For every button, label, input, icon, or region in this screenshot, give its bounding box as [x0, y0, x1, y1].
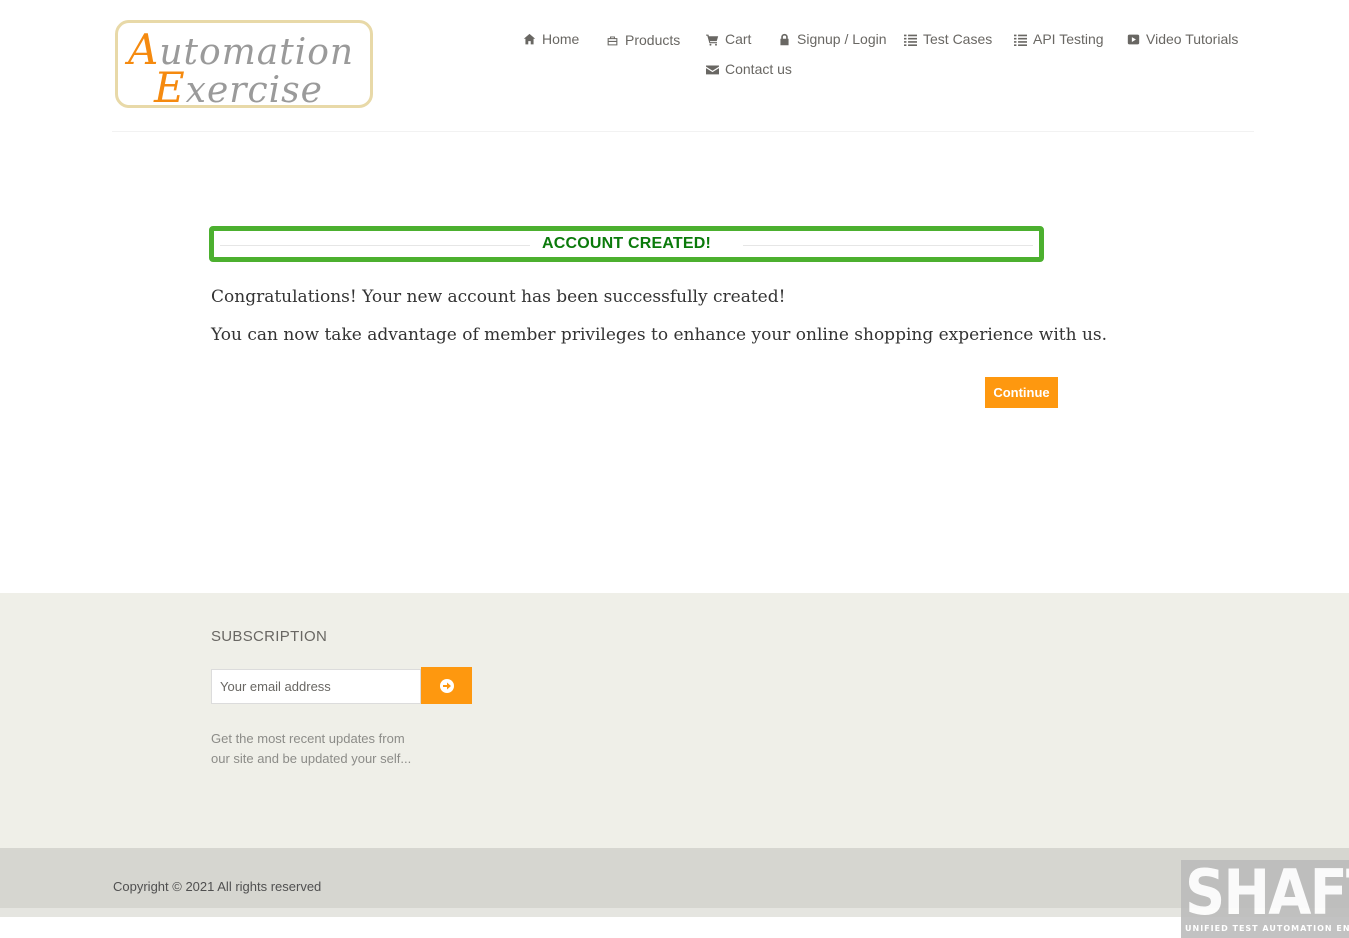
nav-signup-login[interactable]: Signup / Login: [778, 31, 887, 47]
briefcase-icon: [607, 35, 618, 45]
nav-api-testing[interactable]: API Testing: [1014, 31, 1104, 47]
nav-api-testing-label: API Testing: [1033, 31, 1104, 47]
shaft-watermark: SHAFT UNIFIED TEST AUTOMATION ENGINE: [1181, 860, 1349, 938]
nav-test-cases[interactable]: Test Cases: [904, 31, 992, 47]
account-created-banner: ACCOUNT CREATED!: [209, 226, 1044, 262]
nav-video-tutorials[interactable]: Video Tutorials: [1127, 31, 1238, 47]
nav-video-tutorials-label: Video Tutorials: [1146, 31, 1239, 47]
congratulations-message: Congratulations! Your new account has be…: [211, 287, 786, 307]
subscription-title: SUBSCRIPTION: [211, 628, 328, 645]
shaft-watermark-subtitle: UNIFIED TEST AUTOMATION ENGINE: [1185, 924, 1349, 933]
shaft-watermark-title: SHAFT: [1185, 860, 1349, 929]
youtube-play-icon: [1127, 34, 1140, 44]
nav-cart-label: Cart: [725, 31, 752, 47]
cart-icon: [706, 34, 719, 46]
envelope-icon: [706, 64, 719, 74]
footer-strip: [0, 908, 1349, 917]
nav-products-label: Products: [625, 32, 681, 48]
privileges-message: You can now take advantage of member pri…: [211, 325, 1108, 345]
account-created-title: ACCOUNT CREATED!: [541, 235, 712, 252]
nav-contact-us-label: Contact us: [725, 61, 792, 77]
nav-home-label: Home: [542, 31, 580, 47]
nav-products[interactable]: Products: [606, 32, 680, 48]
footer-widget: [0, 593, 1349, 848]
continue-button[interactable]: Continue: [985, 377, 1058, 408]
site-logo[interactable]: Automation Exercise: [115, 20, 373, 112]
header-divider: [112, 131, 1254, 132]
nav-test-cases-label: Test Cases: [923, 31, 993, 47]
nav-signup-login-label: Signup / Login: [797, 31, 887, 47]
subscribe-button[interactable]: [421, 667, 472, 704]
logo-line-2: Exercise: [154, 63, 323, 112]
subscription-description: Get the most recent updates from our sit…: [211, 731, 412, 766]
copyright-text: Copyright © 2021 All rights reserved: [113, 879, 322, 894]
footer-bottom: [0, 848, 1349, 908]
list-icon: [904, 34, 917, 46]
home-icon: [523, 33, 536, 44]
nav-home[interactable]: Home: [523, 31, 579, 47]
nav-contact-us[interactable]: Contact us: [706, 61, 792, 77]
lock-icon: [780, 33, 789, 45]
subscribe-email-input[interactable]: [211, 669, 421, 704]
nav-cart[interactable]: Cart: [706, 31, 751, 47]
list-icon: [1014, 34, 1027, 46]
arrow-circle-right-icon: [439, 678, 454, 693]
